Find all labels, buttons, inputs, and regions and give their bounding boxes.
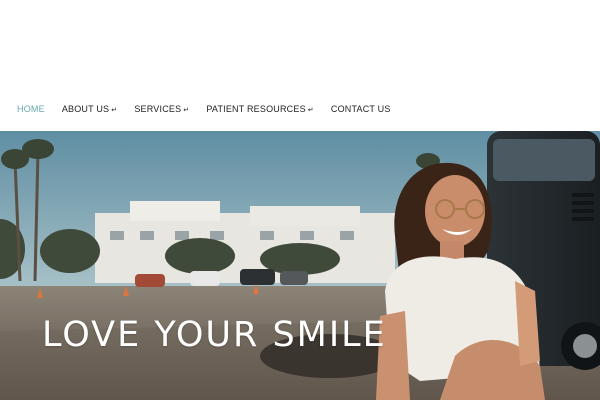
- nav-about-us-label: ABOUT US: [61, 104, 110, 114]
- nav-services[interactable]: SERVICES ↵: [134, 104, 189, 114]
- nav-patient-resources[interactable]: PATIENT RESOURCES ↵: [206, 104, 314, 114]
- nav-about-us[interactable]: ABOUT US ↵: [62, 104, 118, 114]
- nav-services-label: SERVICES: [134, 104, 182, 114]
- site-header: HOME ABOUT US ↵ SERVICES ↵ PATIENT RESOU…: [0, 0, 600, 131]
- nav-contact-us[interactable]: CONTACT US: [331, 104, 391, 114]
- hero-banner: LOVE YOUR SMILE: [0, 131, 600, 400]
- nav-contact-us-label: CONTACT US: [330, 104, 391, 114]
- main-navigation: HOME ABOUT US ↵ SERVICES ↵ PATIENT RESOU…: [17, 104, 391, 114]
- nav-home[interactable]: HOME: [17, 104, 45, 114]
- submenu-arrow-icon: ↵: [111, 107, 118, 114]
- hero-headline: LOVE YOUR SMILE: [42, 315, 387, 355]
- nav-home-label: HOME: [17, 104, 45, 114]
- nav-patient-resources-label: PATIENT RESOURCES: [206, 104, 306, 114]
- submenu-arrow-icon: ↵: [307, 107, 314, 114]
- submenu-arrow-icon: ↵: [183, 107, 190, 114]
- hero-photo: [0, 131, 600, 400]
